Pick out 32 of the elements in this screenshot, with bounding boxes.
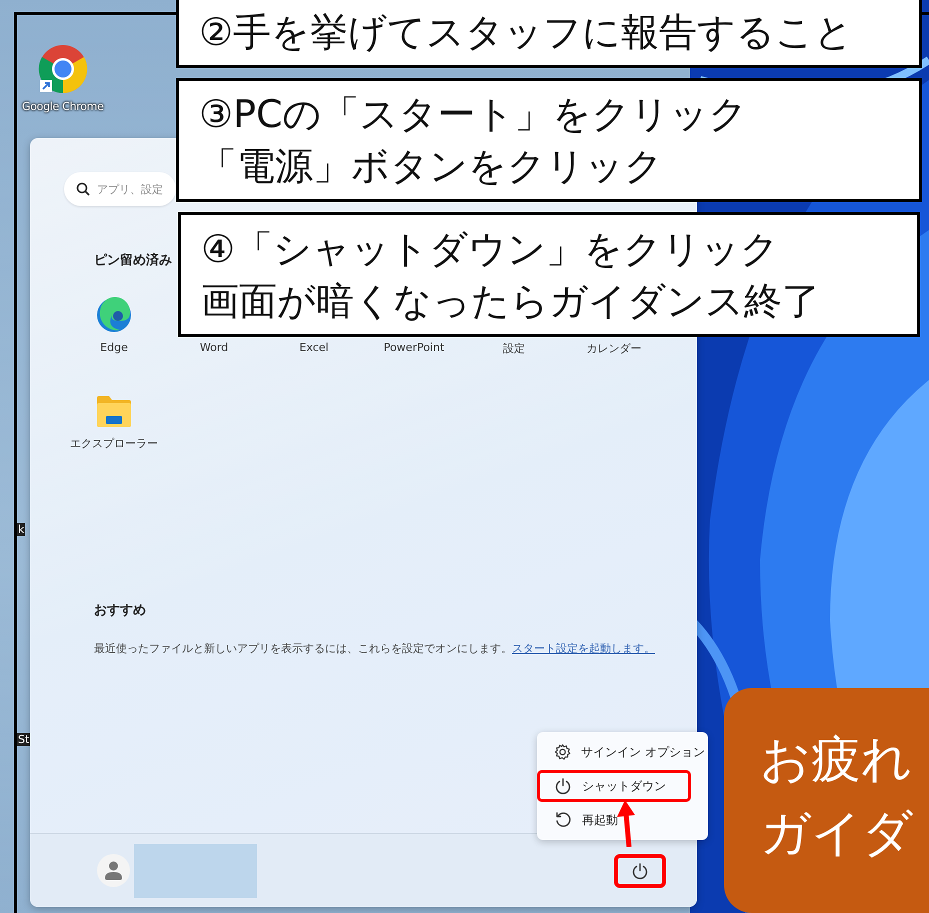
app-label[interactable]: 設定	[503, 341, 525, 356]
icon-label[interactable]: St	[17, 733, 30, 746]
power-icon	[631, 862, 649, 880]
browser-icon	[96, 297, 132, 333]
app-label[interactable]: カレンダー	[586, 341, 642, 356]
pointer-arrow	[616, 799, 638, 847]
callout-text: ③PCの「スタート」をクリック 「電源」ボタンをクリック	[199, 91, 748, 190]
section-heading: ピン留め済み	[94, 252, 172, 269]
app-label[interactable]: Edge	[100, 341, 128, 354]
search-field[interactable]: アプリ、設定	[64, 172, 176, 206]
app-label[interactable]: エクスプローラー	[70, 436, 158, 451]
folder-icon	[96, 394, 132, 428]
info-text: 最近使ったファイルと新しいアプリを表示するには、これらを設定でオンにします。	[94, 642, 512, 655]
settings-link[interactable]: スタート設定を起動します。	[512, 642, 655, 655]
icon-label[interactable]: k	[17, 523, 26, 536]
power-button[interactable]	[614, 854, 666, 888]
browser-icon	[38, 44, 88, 94]
app-label[interactable]: PowerPoint	[384, 341, 444, 354]
menu-item[interactable]: 再起動	[537, 804, 708, 836]
settings-icon	[554, 743, 572, 761]
user-avatar	[97, 854, 130, 887]
power-icon	[554, 777, 572, 795]
callout-text: ④「シャットダウン」をクリック 画面が暗くなったらガイダンス終了	[201, 226, 820, 324]
app-label[interactable]: Word	[200, 341, 228, 354]
menu-item[interactable]: サインイン オプション	[537, 736, 708, 768]
callout-text: お疲れ ガイダ	[760, 729, 914, 864]
app-label[interactable]: Excel	[299, 341, 329, 354]
menu-item[interactable]: シャットダウン	[537, 770, 691, 802]
callout-text: ②手を挙げてスタッフに報告すること	[199, 9, 854, 56]
restart-icon	[554, 811, 572, 829]
section-heading: おすすめ	[94, 602, 146, 619]
search-icon	[76, 182, 90, 196]
